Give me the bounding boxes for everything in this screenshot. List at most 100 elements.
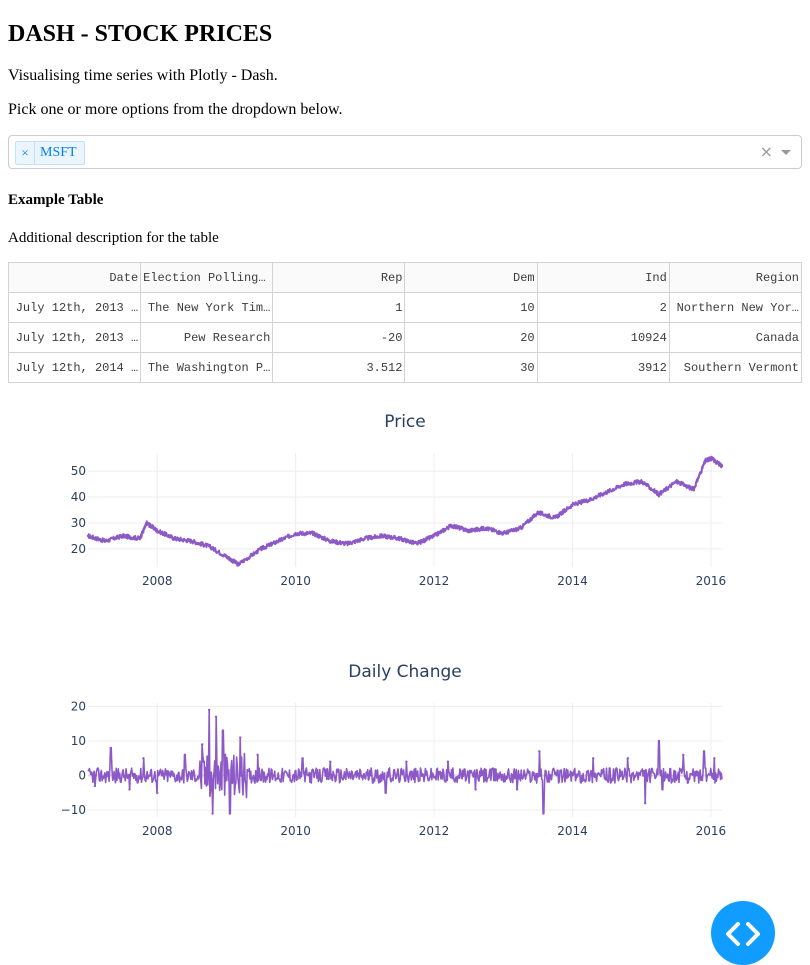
table-cell[interactable]: July 12th, 2013 … bbox=[7, 322, 142, 353]
price-chart[interactable]: Price 2008 2010 2012 2014 2016 20 30 40 50 bbox=[8, 400, 802, 600]
y-tick-label: 10 bbox=[71, 734, 86, 748]
table-cell[interactable]: -20 bbox=[272, 322, 406, 353]
data-point bbox=[626, 757, 630, 760]
y-tick-label: 20 bbox=[71, 699, 86, 713]
table-cell[interactable]: The Washington P… bbox=[140, 352, 274, 383]
data-point bbox=[225, 555, 228, 558]
data-point bbox=[450, 524, 453, 527]
table-cell[interactable]: 3.512 bbox=[272, 352, 406, 383]
price-chart-svg[interactable]: Price 2008 2010 2012 2014 2016 20 30 40 50 bbox=[8, 400, 802, 600]
data-point bbox=[363, 537, 367, 540]
data-point bbox=[346, 542, 349, 545]
x-tick-label: 2014 bbox=[557, 574, 588, 588]
data-point bbox=[121, 534, 124, 538]
series-line bbox=[87, 455, 723, 567]
data-point bbox=[384, 791, 387, 795]
table-cell[interactable]: July 12th, 2014 … bbox=[7, 352, 142, 383]
data-point bbox=[682, 753, 685, 757]
data-point bbox=[398, 537, 401, 540]
table-cell[interactable]: Pew Research bbox=[140, 322, 274, 353]
data-point bbox=[571, 503, 574, 507]
data-point bbox=[623, 482, 626, 486]
y-tick-label: 30 bbox=[71, 516, 86, 530]
table-cell[interactable]: The New York Tim… bbox=[140, 292, 274, 323]
data-point bbox=[713, 757, 716, 760]
page-subtitle: Visualising time series with Plotly - Da… bbox=[8, 67, 278, 84]
data-point bbox=[484, 526, 488, 530]
table-row: July 12th, 2013 … The New York Tim… 1 10… bbox=[7, 292, 803, 323]
column-header-date[interactable]: Date bbox=[7, 262, 142, 293]
remove-chip-icon[interactable]: × bbox=[16, 142, 35, 164]
data-point bbox=[515, 788, 519, 791]
data-point bbox=[519, 526, 522, 530]
data-point bbox=[536, 511, 540, 514]
x-tick-label: 2008 bbox=[142, 824, 173, 838]
table-row: July 12th, 2013 … Pew Research -20 20 10… bbox=[7, 322, 803, 353]
data-point bbox=[128, 788, 131, 791]
column-header-dem[interactable]: Dem bbox=[404, 262, 538, 293]
data-point bbox=[657, 493, 661, 496]
data-point bbox=[588, 498, 592, 501]
daily-change-chart[interactable]: Daily Change 2008 2010 2012 2014 2016 20 10 0 −10 bbox=[8, 650, 802, 850]
data-point bbox=[211, 812, 214, 815]
table-cell[interactable]: 10924 bbox=[536, 322, 670, 353]
instructions-text: Pick one or more options from the dropdo… bbox=[8, 101, 343, 118]
chevron-down-icon[interactable] bbox=[781, 150, 791, 155]
data-point bbox=[538, 750, 541, 753]
data-point bbox=[542, 812, 545, 815]
table-cell[interactable]: Northern New Yor… bbox=[668, 292, 803, 323]
data-point bbox=[704, 459, 707, 462]
column-header-region[interactable]: Region bbox=[668, 262, 803, 293]
data-point bbox=[294, 532, 297, 535]
data-point bbox=[329, 539, 332, 543]
data-point bbox=[720, 464, 724, 468]
x-tick-label: 2016 bbox=[696, 824, 727, 838]
table-cell[interactable]: 1 bbox=[272, 292, 406, 323]
data-point bbox=[86, 534, 90, 538]
data-point bbox=[474, 788, 477, 791]
table-cell[interactable]: 20 bbox=[404, 322, 538, 353]
data-point bbox=[502, 532, 505, 535]
column-header-rep[interactable]: Rep bbox=[272, 262, 406, 293]
y-tick-label: 20 bbox=[71, 542, 86, 556]
x-tick-label: 2012 bbox=[419, 824, 450, 838]
data-point bbox=[256, 753, 259, 757]
table-cell[interactable]: 3912 bbox=[536, 352, 670, 383]
debug-menu-button[interactable] bbox=[711, 901, 775, 965]
data-point bbox=[301, 757, 304, 760]
page: DASH - STOCK PRICES Visualising time ser… bbox=[0, 0, 810, 383]
table-cell[interactable]: 2 bbox=[536, 292, 670, 323]
series-line bbox=[87, 709, 723, 815]
data-point bbox=[661, 788, 664, 791]
data-point bbox=[415, 542, 418, 545]
table-cell[interactable]: Canada bbox=[668, 322, 803, 353]
data-point bbox=[104, 539, 107, 543]
table-cell[interactable]: Southern Vermont bbox=[668, 352, 803, 383]
data-point bbox=[692, 488, 695, 491]
table-cell[interactable]: 30 bbox=[404, 352, 538, 383]
data-point bbox=[311, 532, 315, 535]
example-table: Date Election Polling O Rep Dem Ind Regi… bbox=[7, 262, 803, 383]
data-point bbox=[702, 750, 706, 753]
data-point bbox=[183, 753, 187, 757]
column-header-election-polling-organization[interactable]: Election Polling O bbox=[140, 262, 274, 293]
chip-label: MSFT bbox=[40, 145, 77, 160]
data-point bbox=[221, 729, 225, 732]
table-cell[interactable]: 10 bbox=[404, 292, 538, 323]
stock-dropdown[interactable]: × MSFT × bbox=[8, 135, 802, 169]
data-point bbox=[239, 736, 242, 739]
column-header-ind[interactable]: Ind bbox=[536, 262, 670, 293]
table-description: Additional description for the table bbox=[8, 230, 219, 246]
table-cell[interactable]: July 12th, 2013 … bbox=[7, 292, 142, 323]
data-point bbox=[709, 456, 713, 460]
y-tick-label: 0 bbox=[78, 769, 86, 783]
daily-change-chart-svg[interactable]: Daily Change2008 2010 2012 2014 201620100−10 bbox=[8, 650, 802, 850]
data-point bbox=[277, 539, 280, 543]
y-tick-label: 40 bbox=[71, 490, 86, 504]
data-point bbox=[228, 812, 232, 815]
data-point bbox=[467, 529, 470, 532]
data-point bbox=[173, 537, 176, 540]
data-point bbox=[380, 534, 384, 538]
data-point bbox=[207, 708, 211, 712]
clear-icon[interactable]: × bbox=[760, 142, 773, 162]
